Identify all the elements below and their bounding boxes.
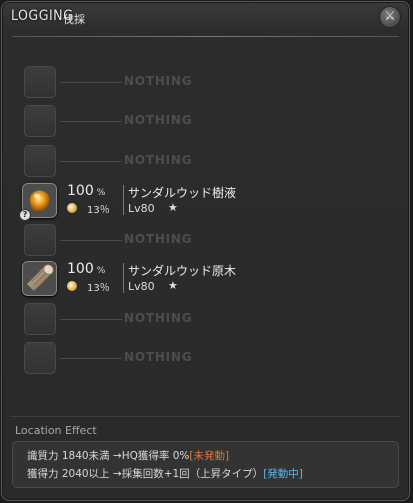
gathering-slot-1: NOTHING xyxy=(2,65,409,99)
gathering-slot-8: NOTHING xyxy=(2,341,409,375)
section-divider xyxy=(10,416,401,417)
gather-chance-unit: % xyxy=(96,266,106,276)
item-divider xyxy=(123,185,124,215)
item-name: サンダルウッド原木 xyxy=(128,264,237,278)
item-level: Lv80 xyxy=(128,280,155,293)
star-icon: ★ xyxy=(168,279,178,292)
effect-status-inactive: [未発動] xyxy=(189,450,230,462)
gathering-window: LOGGING 伐採 ⚔ NOTHING NOTHING NOTHING ? 1… xyxy=(1,1,410,501)
gather-chance: 100% xyxy=(67,261,105,277)
nothing-label: NOTHING xyxy=(124,74,193,88)
nothing-label: NOTHING xyxy=(124,232,193,246)
hq-chance: 13％ xyxy=(87,205,110,216)
empty-slot[interactable] xyxy=(24,105,56,137)
location-effect-heading: Location Effect xyxy=(15,424,97,437)
log-icon[interactable] xyxy=(22,261,57,296)
item-level: Lv80 xyxy=(128,202,155,215)
window-subtitle: 伐採 xyxy=(63,13,85,26)
slot-connector xyxy=(60,161,122,162)
slot-connector xyxy=(60,240,122,241)
slot-connector xyxy=(60,82,122,83)
gather-chance-value: 100 xyxy=(67,183,94,199)
title-bar[interactable]: LOGGING 伐採 ⚔ xyxy=(2,2,409,36)
close-button[interactable]: ⚔ xyxy=(379,6,401,28)
close-icon: ⚔ xyxy=(384,9,396,24)
slot-connector xyxy=(60,319,122,320)
hq-chance: 13％ xyxy=(87,283,110,294)
log-graphic xyxy=(23,262,56,295)
gathering-slot-7: NOTHING xyxy=(2,302,409,336)
hidden-item-icon: ? xyxy=(19,209,31,221)
star-icon: ★ xyxy=(168,201,178,214)
hq-icon xyxy=(67,203,77,213)
gather-chance-value: 100 xyxy=(67,261,94,277)
gathering-slot-5: NOTHING xyxy=(2,223,409,257)
nothing-label: NOTHING xyxy=(124,113,193,127)
effect-status-active: [発動中] xyxy=(263,468,303,480)
empty-slot[interactable] xyxy=(24,224,56,256)
item-name: サンダルウッド樹液 xyxy=(128,186,237,200)
location-effect-box: 識質力 1840未満 →HQ獲得率 0%[未発動] 獲得力 2040以上 →採集… xyxy=(12,441,399,488)
gathering-slot-6[interactable]: 100% 13％ サンダルウッド原木 Lv80 ★ xyxy=(2,260,409,298)
effect-text: 識質力 1840未満 →HQ獲得率 0% xyxy=(27,450,190,462)
gather-chance: 100% xyxy=(67,183,105,199)
empty-slot[interactable] xyxy=(24,303,56,335)
gathering-slot-3: NOTHING xyxy=(2,144,409,178)
location-effect-line-2: 獲得力 2040以上 →採集回数+1回（上昇タイプ）[発動中] xyxy=(27,466,303,481)
item-divider xyxy=(123,263,124,293)
slot-connector xyxy=(60,121,122,122)
location-effect-line-1: 識質力 1840未満 →HQ獲得率 0%[未発動] xyxy=(27,448,229,463)
slot-connector xyxy=(60,358,122,359)
nothing-label: NOTHING xyxy=(124,311,193,325)
gathering-slot-2: NOTHING xyxy=(2,104,409,138)
empty-slot[interactable] xyxy=(24,66,56,98)
gathering-slot-4[interactable]: ? 100% 13％ サンダルウッド樹液 Lv80 ★ xyxy=(2,182,409,221)
nothing-label: NOTHING xyxy=(124,350,193,364)
empty-slot[interactable] xyxy=(24,342,56,374)
empty-slot[interactable] xyxy=(24,145,56,177)
gather-chance-unit: % xyxy=(96,188,106,198)
effect-text: 獲得力 2040以上 →採集回数+1回（上昇タイプ） xyxy=(27,468,264,480)
hq-icon xyxy=(67,281,77,291)
nothing-label: NOTHING xyxy=(124,153,193,167)
title-divider xyxy=(12,36,399,37)
